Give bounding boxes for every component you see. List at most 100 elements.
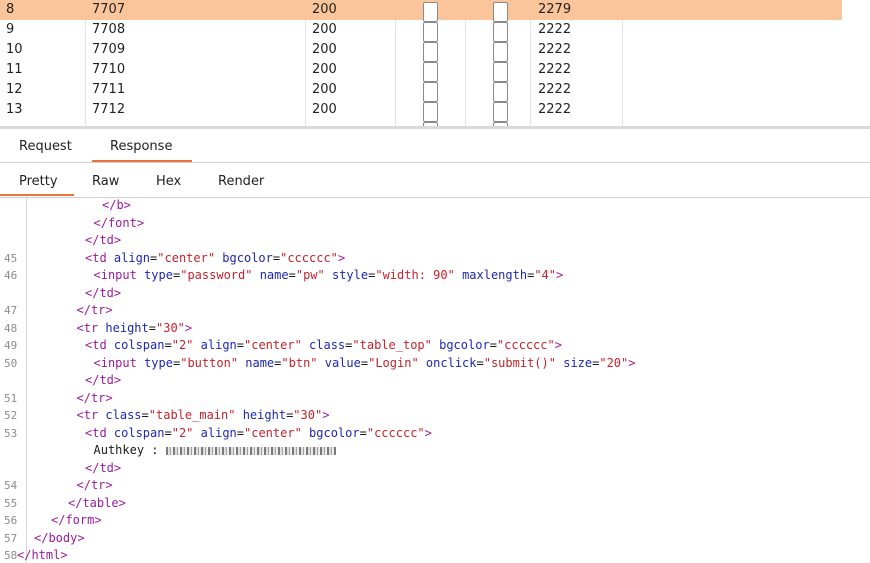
code-token: "center" [244, 338, 302, 352]
code-token: > [424, 425, 432, 440]
table-row[interactable]: 11 7710 200 2222 [0, 60, 842, 82]
line-number: 47 [4, 304, 18, 317]
code-line: 49 <td colspan="2" align="center" class="… [0, 337, 870, 355]
line-number: 46 [4, 269, 18, 282]
row-length: 2222 [538, 22, 572, 37]
tab-raw[interactable]: Raw [92, 174, 119, 189]
row-timeout-checkbox[interactable] [493, 2, 508, 22]
code-token: value [324, 355, 361, 370]
tab-response[interactable]: Response [110, 139, 172, 154]
row-length: 2222 [538, 62, 572, 77]
table-row[interactable]: 8 7707 200 2279 [0, 0, 842, 22]
code-token: maxlength [462, 268, 528, 282]
code-token: <tr [76, 408, 106, 422]
code-text: <td align="center" bgcolor="cccccc"> [85, 250, 345, 268]
code-token: <input [93, 355, 145, 370]
row-error-checkbox[interactable] [423, 102, 438, 122]
row-error-checkbox[interactable] [423, 62, 438, 82]
row-payload: 7711 [92, 82, 126, 97]
code-text: Authkey : [94, 442, 336, 460]
code-text: </tr> [77, 477, 113, 495]
request-response-tabs: Request Response [0, 130, 870, 163]
code-line: 57 </body> [0, 530, 870, 548]
code-token: onclick [425, 355, 477, 370]
code-line: </td> [0, 232, 870, 250]
code-line: 54 </tr> [0, 477, 870, 495]
code-token: "cccccc" [366, 425, 425, 440]
code-token: "pw" [295, 268, 325, 282]
code-token: </table> [68, 495, 126, 510]
row-timeout-checkbox[interactable] [493, 42, 508, 62]
row-payload: 7708 [92, 22, 126, 37]
code-token: = [164, 338, 172, 352]
code-text: </b> [102, 198, 131, 215]
code-token: "table_top" [352, 338, 432, 352]
code-token: = [164, 425, 172, 440]
code-token: = [236, 338, 244, 352]
line-number: 58 [4, 549, 18, 562]
tab-hex[interactable]: Hex [156, 174, 181, 189]
row-status: 200 [312, 2, 337, 17]
code-token: "2" [171, 338, 194, 352]
code-token: = [148, 320, 156, 335]
table-row[interactable]: 13 7712 200 2222 [0, 100, 842, 122]
code-token: </td> [85, 233, 122, 247]
code-token: "password" [180, 268, 253, 282]
line-number: 48 [4, 321, 18, 335]
response-code-editor[interactable]: </b> </font> </td> 45 <td align="center" bgc… [0, 198, 870, 563]
code-line: 55 </table> [0, 495, 870, 513]
code-text: <input type="button" name="btn" value="L… [94, 355, 636, 373]
table-row[interactable]: 9 7708 200 2222 [0, 20, 842, 42]
code-token: "Login" [368, 355, 419, 370]
row-timeout-checkbox[interactable] [493, 22, 508, 42]
line-number: 57 [4, 531, 18, 545]
row-error-checkbox[interactable] [423, 22, 438, 42]
code-token: </td> [85, 373, 122, 387]
code-text: </td> [85, 285, 121, 303]
code-token: "30" [293, 408, 323, 422]
pane-splitter[interactable] [0, 126, 870, 129]
row-length: 2222 [538, 102, 572, 117]
code-token: "2" [171, 425, 194, 440]
code-token: <td [85, 425, 114, 440]
code-token: name [259, 268, 289, 282]
code-token: "cccccc" [280, 250, 338, 265]
tab-pretty[interactable]: Pretty [19, 174, 58, 189]
row-timeout-checkbox[interactable] [493, 82, 508, 102]
row-length: 2222 [538, 42, 572, 57]
code-token: > [322, 408, 330, 422]
row-timeout-checkbox[interactable] [493, 102, 508, 122]
table-row[interactable]: 12 7711 200 2222 [0, 80, 842, 102]
row-number: 10 [6, 42, 23, 57]
code-token: "center" [244, 425, 302, 440]
code-text: <td colspan="2" align="center" bgcolor="… [85, 425, 432, 443]
row-length: 2279 [538, 2, 572, 17]
code-token: class [309, 338, 346, 352]
code-line: </b> [0, 198, 870, 215]
code-token: </font> [93, 215, 145, 230]
code-token: align [200, 425, 237, 440]
row-payload: 7707 [92, 2, 126, 17]
code-text: </font> [94, 215, 145, 233]
code-line: 52 <tr class="table_main" height="30"> [0, 407, 870, 425]
code-token: <td [85, 338, 114, 352]
code-token: name [245, 355, 275, 370]
tab-render[interactable]: Render [218, 174, 264, 189]
code-token: bgcolor [439, 338, 490, 352]
code-token: "button" [180, 355, 239, 370]
code-token: = [476, 355, 484, 370]
tab-request[interactable]: Request [19, 139, 72, 154]
code-token: "btn" [281, 355, 318, 370]
row-error-checkbox[interactable] [423, 42, 438, 62]
row-error-checkbox[interactable] [423, 82, 438, 102]
row-payload: 7709 [92, 42, 126, 57]
table-row[interactable]: 10 7709 200 2222 [0, 40, 842, 62]
code-line: 58 </html> [0, 547, 870, 563]
code-line: </td> [0, 372, 870, 390]
code-token: = [236, 425, 244, 440]
row-error-checkbox[interactable] [423, 2, 438, 22]
row-timeout-checkbox[interactable] [493, 62, 508, 82]
